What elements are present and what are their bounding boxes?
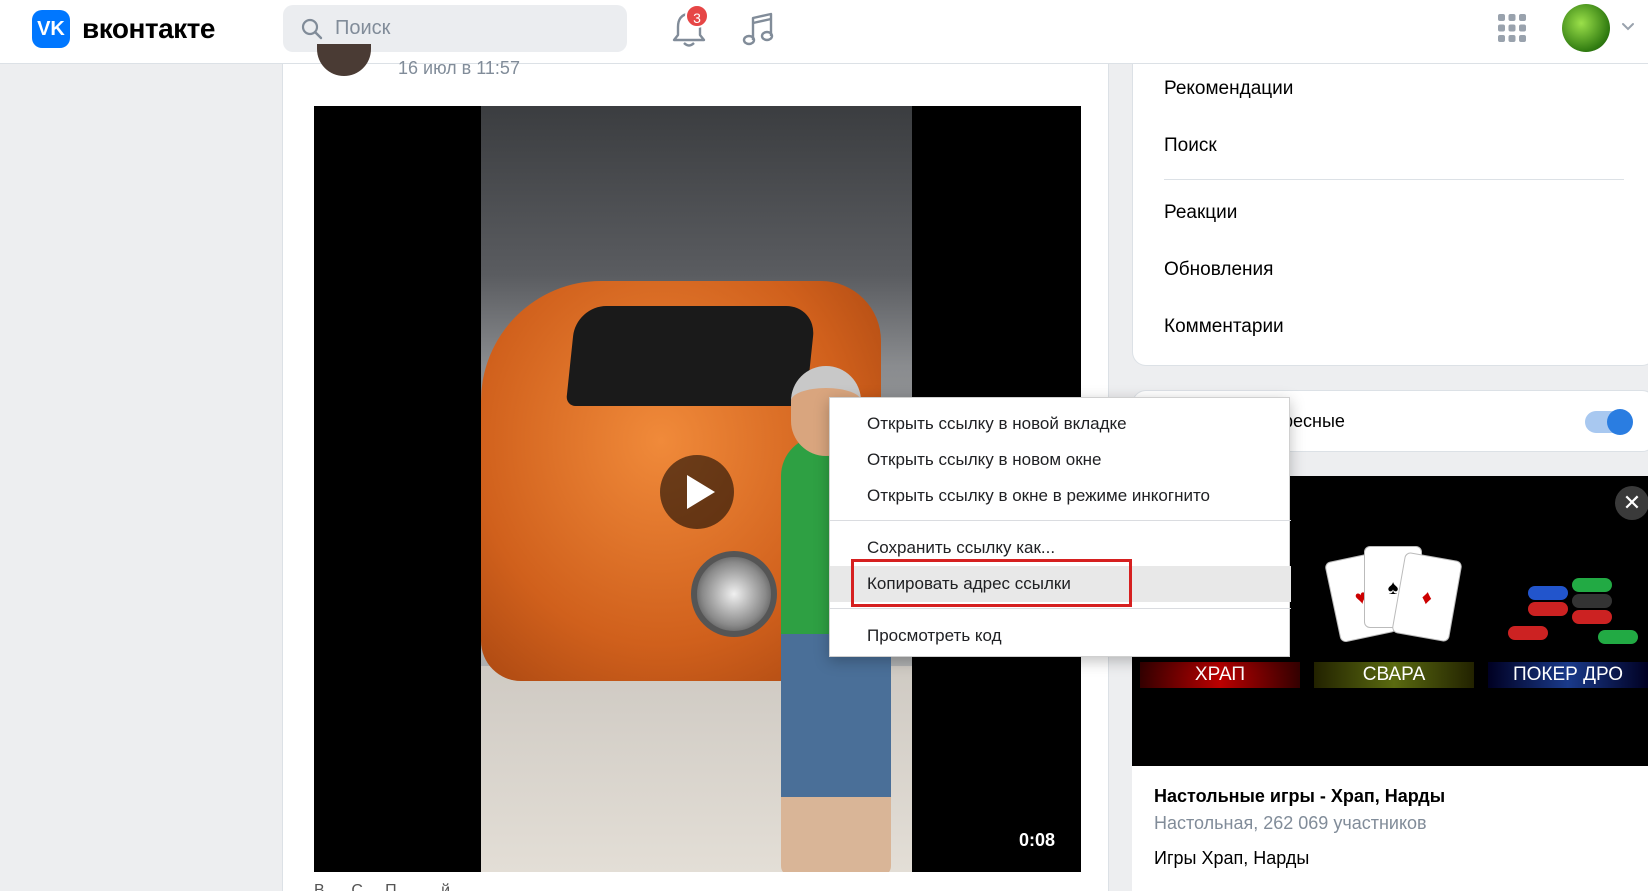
menu-item-search[interactable]: Поиск [1164,135,1217,157]
vk-logo-icon: VK [32,10,70,48]
music-icon[interactable] [740,10,776,50]
game-poker [1488,506,1648,686]
video-duration: 0:08 [1019,830,1056,850]
post-author-avatar[interactable] [317,44,371,76]
chevron-down-icon[interactable] [1620,18,1636,34]
logo-text: вконтакте [82,13,215,44]
game-label-svara: СВАРА [1314,662,1474,688]
poker-chip [1508,626,1548,640]
ctx-inspect[interactable]: Просмотреть код [830,618,1291,654]
feed-filter-menu: Рекомендации Поиск Реакции Обновления Ко… [1132,64,1648,366]
car-window-image [565,306,817,406]
vk-logo[interactable]: VK вконтакте [32,10,215,48]
post-text: В......С.... П..........й [314,882,451,891]
poker-chip [1528,602,1568,616]
notifications-badge: 3 [685,4,709,28]
game-label-poker: ПОКЕР ДРО [1488,662,1648,688]
playing-card: ♦ [1391,551,1463,643]
toggle-knob [1607,409,1633,435]
highlight-annotation [851,559,1132,607]
ad-description: Игры Храп, Нарды [1154,848,1310,868]
menu-item-reactions[interactable]: Реакции [1164,202,1237,224]
poker-chip [1572,578,1612,592]
top-header: VK вконтакте 3 [0,0,1648,64]
ad-title[interactable]: Настольные игры - Храп, Нарды [1154,786,1445,807]
user-avatar[interactable] [1562,4,1610,52]
search-input[interactable] [335,17,595,40]
play-button[interactable] [660,455,734,529]
poker-chip [1572,610,1612,624]
menu-item-recommendations[interactable]: Рекомендации [1164,78,1293,100]
apps-grid-icon[interactable] [1496,12,1528,44]
close-icon[interactable]: ✕ [1615,486,1648,520]
interesting-toggle[interactable] [1585,409,1633,435]
ctx-open-new-tab[interactable]: Открыть ссылку в новой вкладке [830,406,1291,442]
ctx-open-incognito[interactable]: Открыть ссылку в окне в режиме инкогнито [830,478,1291,514]
menu-separator [830,608,1291,609]
poker-chip [1572,594,1612,608]
post-date[interactable]: 16 июл в 11:57 [398,58,520,79]
menu-item-updates[interactable]: Обновления [1164,259,1273,281]
car-headlight-image [691,551,777,637]
divider [1164,179,1624,180]
poker-chip [1528,586,1568,600]
ad-subtitle: Настольная, 262 069 участников [1154,813,1427,833]
menu-separator [830,520,1291,521]
play-icon [687,475,715,509]
game-svara: ♥ ♠ ♦ [1314,506,1474,686]
search-icon [301,18,323,39]
menu-item-comments[interactable]: Комментарии [1164,316,1284,338]
ctx-open-new-window[interactable]: Открыть ссылку в новом окне [830,442,1291,478]
context-menu: Открыть ссылку в новой вкладке Открыть с… [829,397,1291,657]
poker-chip [1598,630,1638,644]
game-label-khrap: ХРАП [1140,662,1300,688]
